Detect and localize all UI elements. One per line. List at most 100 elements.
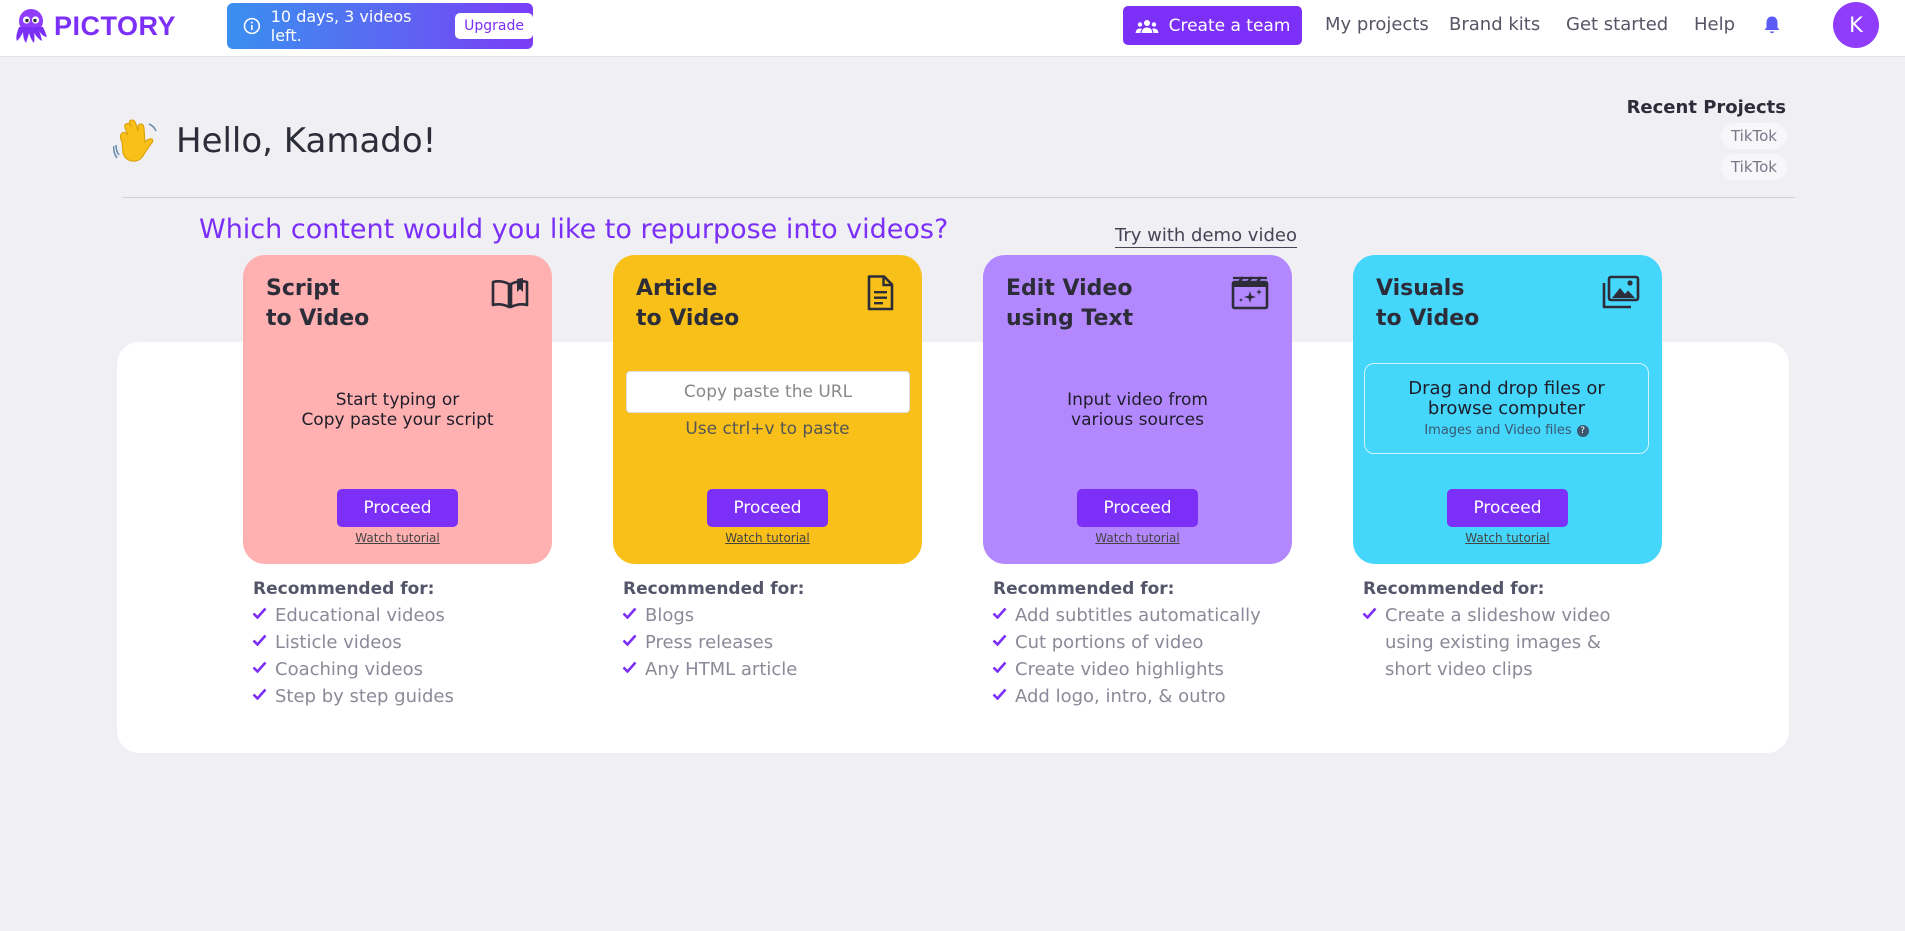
watch-tutorial-link[interactable]: Watch tutorial: [613, 531, 922, 545]
list-item-text: using existing images &: [1385, 632, 1601, 653]
list-item-text: Create video highlights: [1015, 659, 1224, 680]
recent-projects-title: Recent Projects: [1626, 97, 1786, 118]
card-title-line: to Video: [1376, 306, 1480, 331]
list-item-text: Blogs: [645, 605, 695, 626]
check-icon: [252, 607, 267, 619]
recommended-title: Recommended for:: [1363, 579, 1545, 599]
file-dropzone[interactable]: Drag and drop files or browse computer I…: [1364, 363, 1649, 454]
proceed-button[interactable]: Proceed: [337, 489, 458, 527]
nav-brand-kits[interactable]: Brand kits: [1449, 14, 1540, 35]
card-title: Edit Video using Text: [1006, 274, 1206, 334]
list-item: Cut portions of video: [992, 629, 1261, 656]
recommended-title: Recommended for:: [993, 579, 1175, 599]
upgrade-button[interactable]: Upgrade: [455, 13, 533, 39]
octopus-logo-icon: [16, 9, 47, 43]
list-item: Add subtitles automatically: [992, 602, 1261, 629]
list-item-text: Educational videos: [275, 605, 445, 626]
list-item: Press releases: [622, 629, 804, 656]
proceed-button[interactable]: Proceed: [707, 489, 828, 527]
article-url-input[interactable]: [626, 371, 910, 413]
list-item: Educational videos: [252, 602, 454, 629]
proceed-button[interactable]: Proceed: [1077, 489, 1198, 527]
recent-project-chip[interactable]: TikTok: [1720, 123, 1787, 149]
check-icon: [622, 661, 637, 673]
dropzone-instructions: Drag and drop files or browse computer: [1365, 379, 1648, 419]
nav-get-started[interactable]: Get started: [1566, 14, 1668, 35]
card-title: Script to Video: [266, 274, 466, 334]
recommended-list-edit-video: Recommended for: Add subtitles automatic…: [992, 579, 1261, 710]
recent-project-chip[interactable]: TikTok: [1720, 154, 1787, 180]
document-icon: [867, 275, 894, 311]
list-item-text: Add subtitles automatically: [1015, 605, 1261, 626]
info-icon: [243, 17, 261, 35]
watch-tutorial-link[interactable]: Watch tutorial: [243, 531, 552, 545]
list-item-text: Any HTML article: [645, 659, 798, 680]
recommended-title: Recommended for:: [253, 579, 435, 599]
list-item-text: Listicle videos: [275, 632, 402, 653]
waving-hand-icon: [113, 119, 157, 162]
open-book-icon: [491, 278, 529, 309]
brand-name: PICTORY: [54, 10, 177, 41]
create-team-label: Create a team: [1168, 15, 1291, 36]
list-indent: [1362, 661, 1377, 673]
list-item-text: Cut portions of video: [1015, 632, 1204, 653]
card-edit-video-using-text[interactable]: Edit Video using Text Input video from v…: [983, 255, 1292, 564]
card-description: Input video from various sources: [983, 390, 1292, 430]
create-team-button[interactable]: Create a team: [1123, 6, 1302, 45]
list-indent: [1362, 634, 1377, 646]
try-demo-link[interactable]: Try with demo video: [1115, 225, 1297, 248]
greeting-heading: Hello, Kamado!: [176, 121, 437, 161]
list-item: Add logo, intro, & outro: [992, 683, 1261, 710]
check-icon: [252, 688, 267, 700]
check-icon: [992, 607, 1007, 619]
check-icon: [992, 688, 1007, 700]
check-icon: [992, 634, 1007, 646]
card-script-to-video[interactable]: Script to Video Start typing or Copy pas…: [243, 255, 552, 564]
description-line: Start typing or: [335, 390, 460, 410]
card-title: Article to Video: [636, 274, 836, 334]
check-icon: [622, 607, 637, 619]
card-title-line: to Video: [266, 306, 370, 331]
check-icon: [252, 661, 267, 673]
nav-my-projects[interactable]: My projects: [1325, 14, 1429, 35]
pictory-logo[interactable]: PICTORY: [13, 6, 176, 46]
list-item: Coaching videos: [252, 656, 454, 683]
card-title-line: Visuals: [1376, 276, 1465, 301]
card-title-line: Script: [266, 276, 340, 301]
proceed-button[interactable]: Proceed: [1447, 489, 1568, 527]
list-item-text: short video clips: [1385, 659, 1533, 680]
nav-help[interactable]: Help: [1694, 14, 1735, 35]
list-item-text: Create a slideshow video: [1385, 605, 1611, 626]
recommended-list-article: Recommended for: Blogs Press releases An…: [622, 579, 804, 683]
list-item: Any HTML article: [622, 656, 804, 683]
card-title-line: Article: [636, 276, 718, 301]
card-title: Visuals to Video: [1376, 274, 1576, 334]
description-line: Copy paste your script: [301, 410, 494, 430]
recommended-list-visuals: Recommended for: Create a slideshow vide…: [1362, 579, 1611, 683]
check-icon: [252, 634, 267, 646]
dropzone-line: Drag and drop files or: [1408, 378, 1605, 399]
card-article-to-video[interactable]: Article to Video Use ctrl+v to paste Pro…: [613, 255, 922, 564]
user-avatar[interactable]: K: [1833, 2, 1879, 48]
team-icon: [1135, 19, 1159, 33]
list-item: using existing images &: [1362, 629, 1611, 656]
top-navigation: PICTORY 10 days, 3 videos left. Upgrade …: [0, 0, 1905, 57]
card-description: Start typing or Copy paste your script: [243, 390, 552, 430]
help-icon[interactable]: ?: [1576, 425, 1589, 437]
repurpose-question: Which content would you like to repurpos…: [199, 214, 949, 245]
list-item: Create video highlights: [992, 656, 1261, 683]
paste-hint: Use ctrl+v to paste: [685, 419, 850, 439]
card-visuals-to-video[interactable]: Visuals to Video Drag and drop files or …: [1353, 255, 1662, 564]
check-icon: [622, 634, 637, 646]
section-divider: [123, 197, 1795, 198]
check-icon: [992, 661, 1007, 673]
file-types-label: Images and Video files: [1424, 423, 1572, 438]
list-item: Create a slideshow video: [1362, 602, 1611, 629]
card-title-line: to Video: [636, 306, 740, 331]
accepted-file-types: Images and Video files?: [1424, 423, 1589, 438]
bell-icon[interactable]: [1763, 15, 1781, 35]
list-item-text: Add logo, intro, & outro: [1015, 686, 1226, 707]
watch-tutorial-link[interactable]: Watch tutorial: [1353, 531, 1662, 545]
watch-tutorial-link[interactable]: Watch tutorial: [983, 531, 1292, 545]
list-item: Step by step guides: [252, 683, 454, 710]
